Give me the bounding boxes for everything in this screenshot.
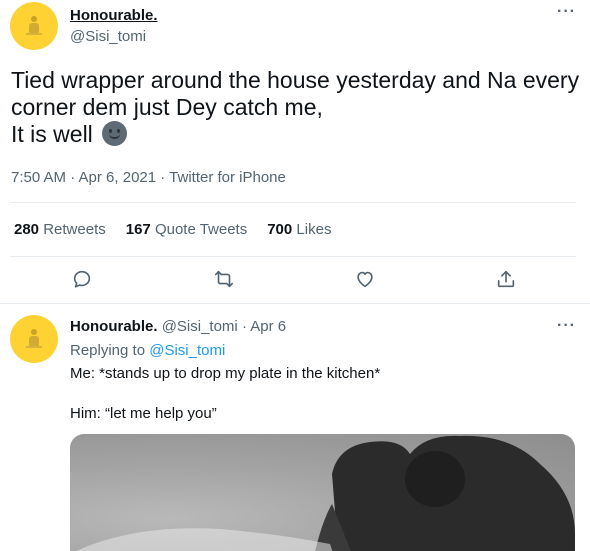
- tweet-stats: 280 Retweets 167 Quote Tweets 700 Likes: [14, 221, 331, 238]
- tweet-date[interactable]: Apr 6: [250, 318, 286, 335]
- reply-header: Honourable. @Sisi_tomi · Apr 6: [70, 318, 287, 335]
- author-name[interactable]: Honourable.: [70, 318, 158, 335]
- divider: [10, 256, 576, 257]
- more-options-icon[interactable]: ···: [557, 318, 576, 334]
- avatar[interactable]: [10, 315, 58, 363]
- retweets-stat[interactable]: 280 Retweets: [14, 221, 106, 238]
- author-name[interactable]: Honourable.: [70, 7, 158, 24]
- tweet-media-image[interactable]: [70, 434, 575, 551]
- like-icon[interactable]: [354, 268, 376, 290]
- tweet-text: Tied wrapper around the house yesterday …: [11, 67, 580, 147]
- reply-text-line: Me: *stands up to drop my plate in the k…: [70, 365, 381, 382]
- slightly-smiling-face-icon: [102, 121, 128, 146]
- replying-to-link[interactable]: @Sisi_tomi: [149, 342, 225, 359]
- retweet-icon[interactable]: [213, 268, 235, 290]
- reply-text-line: Him: “let me help you”: [70, 405, 217, 422]
- avatar-figure-icon: [31, 16, 37, 22]
- more-options-icon[interactable]: ···: [557, 4, 576, 20]
- divider: [10, 202, 576, 203]
- author-handle[interactable]: @Sisi_tomi: [162, 318, 238, 335]
- quote-tweets-stat[interactable]: 167 Quote Tweets: [126, 221, 247, 238]
- avatar-figure-icon: [31, 329, 37, 335]
- avatar[interactable]: [10, 2, 58, 50]
- tweet-timestamp[interactable]: 7:50 AM · Apr 6, 2021 · Twitter for iPho…: [11, 169, 286, 186]
- author-handle[interactable]: @Sisi_tomi: [70, 28, 146, 45]
- replying-to: Replying to @Sisi_tomi: [70, 342, 226, 359]
- share-icon[interactable]: [495, 268, 517, 290]
- divider: [0, 303, 590, 304]
- reply-icon[interactable]: [71, 268, 93, 290]
- likes-stat[interactable]: 700 Likes: [267, 221, 331, 238]
